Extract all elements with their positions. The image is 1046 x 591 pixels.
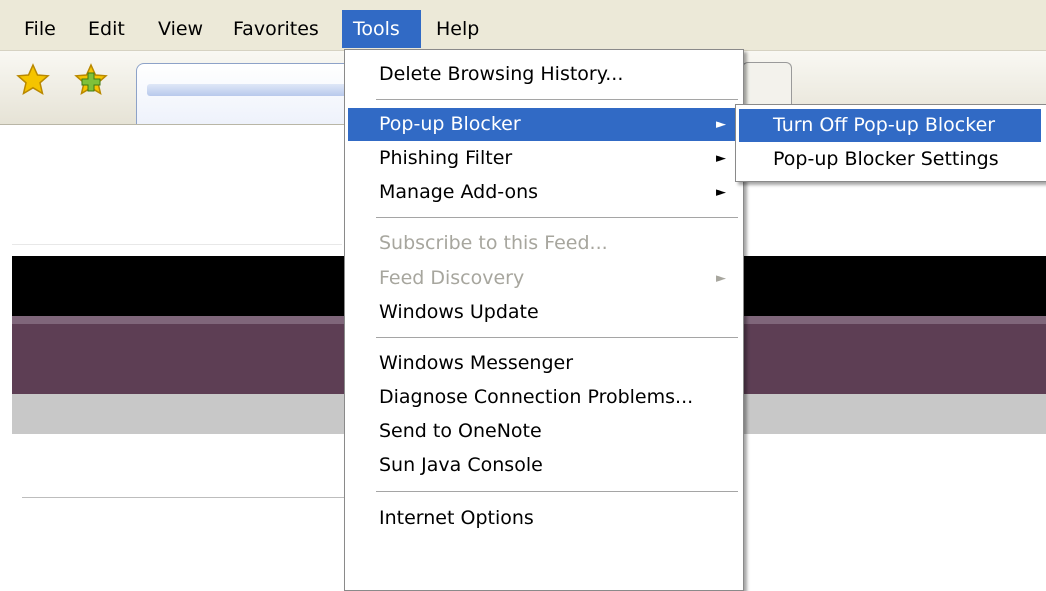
menu-item-label: Manage Add-ons	[379, 181, 539, 203]
menu-separator	[376, 491, 738, 492]
menu-item-label: Diagnose Connection Problems...	[379, 386, 694, 408]
menu-item-turn-off-popup-blocker[interactable]: Turn Off Pop-up Blocker	[739, 109, 1041, 142]
menu-item-phishing-filter[interactable]: Phishing Filter ►	[348, 142, 738, 175]
menu-tools[interactable]: Tools	[342, 10, 421, 48]
star-icon[interactable]	[16, 63, 50, 97]
submenu-arrow-icon: ►	[716, 151, 726, 166]
menu-item-label: Subscribe to this Feed...	[379, 232, 608, 254]
menu-item-label: Pop-up Blocker Settings	[773, 148, 999, 170]
menu-item-label: Windows Update	[379, 301, 539, 323]
menu-item-diagnose-connection[interactable]: Diagnose Connection Problems...	[348, 381, 738, 414]
menu-item-popup-blocker-settings[interactable]: Pop-up Blocker Settings	[739, 143, 1041, 176]
page-divider-top	[12, 244, 342, 245]
menu-item-label: Sun Java Console	[379, 454, 543, 476]
menu-item-windows-messenger[interactable]: Windows Messenger	[348, 347, 738, 380]
menu-item-label: Windows Messenger	[379, 352, 574, 374]
submenu-arrow-icon: ►	[716, 117, 726, 132]
menu-separator	[376, 217, 738, 218]
menu-file[interactable]: File	[13, 10, 67, 48]
menu-item-popup-blocker[interactable]: Pop-up Blocker ►	[348, 108, 738, 141]
menu-item-feed-discovery: Feed Discovery ►	[348, 262, 738, 295]
menu-item-sun-java-console[interactable]: Sun Java Console	[348, 449, 738, 482]
submenu-arrow-icon: ►	[716, 185, 726, 200]
submenu-arrow-icon: ►	[716, 271, 726, 286]
menu-item-manage-add-ons[interactable]: Manage Add-ons ►	[348, 176, 738, 209]
page-divider-bottom	[22, 497, 372, 498]
menu-item-subscribe-feed: Subscribe to this Feed...	[348, 227, 738, 260]
popup-blocker-submenu: Turn Off Pop-up Blocker Pop-up Blocker S…	[735, 104, 1046, 182]
menu-item-label: Delete Browsing History...	[379, 63, 624, 85]
menu-bar: File Edit View Favorites Tools Help	[0, 0, 1046, 51]
add-favorite-star-icon[interactable]	[74, 63, 108, 97]
menu-item-label: Internet Options	[379, 507, 534, 529]
menu-item-label: Turn Off Pop-up Blocker	[773, 114, 996, 136]
menu-favorites[interactable]: Favorites	[222, 10, 330, 48]
menu-edit[interactable]: Edit	[77, 10, 136, 48]
menu-view[interactable]: View	[147, 10, 214, 48]
menu-item-send-to-onenote[interactable]: Send to OneNote	[348, 415, 738, 448]
menu-item-label: Pop-up Blocker	[379, 113, 521, 135]
menu-separator	[376, 337, 738, 338]
menu-item-label: Send to OneNote	[379, 420, 542, 442]
menu-item-windows-update[interactable]: Windows Update	[348, 296, 738, 329]
menu-item-label: Phishing Filter	[379, 147, 513, 169]
menu-item-internet-options[interactable]: Internet Options	[348, 502, 738, 535]
menu-help[interactable]: Help	[425, 10, 490, 48]
menu-separator	[376, 99, 738, 100]
menu-item-delete-browsing-history[interactable]: Delete Browsing History...	[348, 58, 738, 91]
tools-menu: Delete Browsing History... Pop-up Blocke…	[344, 49, 744, 591]
menu-item-label: Feed Discovery	[379, 267, 525, 289]
